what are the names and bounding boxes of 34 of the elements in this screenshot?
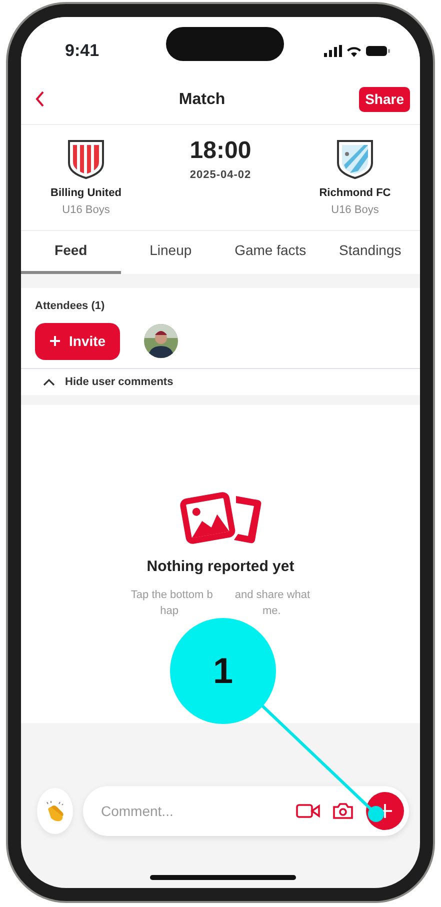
tab[interactable]: Game facts: [220, 231, 320, 274]
empty-title: Nothing reported yet: [146, 557, 294, 577]
tab[interactable]: Lineup: [120, 231, 220, 274]
hint-text: hap: [160, 604, 178, 619]
hint-text: and share what: [234, 588, 310, 602]
page-title: Match: [178, 90, 226, 110]
status-time: 9:41: [65, 40, 100, 62]
back-icon: [35, 91, 45, 108]
team-name: Billing United: [50, 186, 122, 201]
invite-button[interactable]: Invite: [35, 322, 120, 360]
shield-icon: [336, 139, 374, 179]
comments-toggle[interactable]: Hide user comments: [21, 368, 420, 395]
share-button[interactable]: Share: [359, 87, 410, 112]
shield-icon: [67, 139, 105, 179]
team-category: U16 Boys: [62, 202, 110, 218]
hint-text: me.: [262, 604, 281, 619]
signal-icon: [324, 45, 342, 57]
camera-icon: [332, 802, 354, 820]
match-date: 2025-04-02: [190, 168, 252, 183]
avatar: [144, 324, 178, 358]
wifi-icon: [346, 45, 362, 57]
video-camera-icon: [296, 802, 320, 819]
kickoff-time: 18:00: [190, 139, 252, 163]
plus-icon: [49, 335, 61, 347]
photos-icon: [178, 490, 264, 546]
hint-text: Tap the bottom b: [130, 588, 213, 602]
battery-icon: [366, 45, 390, 57]
comment-bar[interactable]: Comment...: [83, 786, 409, 836]
team-category: U16 Boys: [331, 202, 379, 218]
tab[interactable]: Feed: [21, 231, 121, 274]
team-name: Richmond FC: [319, 186, 391, 201]
tab[interactable]: Standings: [320, 231, 420, 274]
section-title: Attendees (1): [35, 299, 106, 314]
comment-field[interactable]: Comment...: [99, 800, 284, 822]
